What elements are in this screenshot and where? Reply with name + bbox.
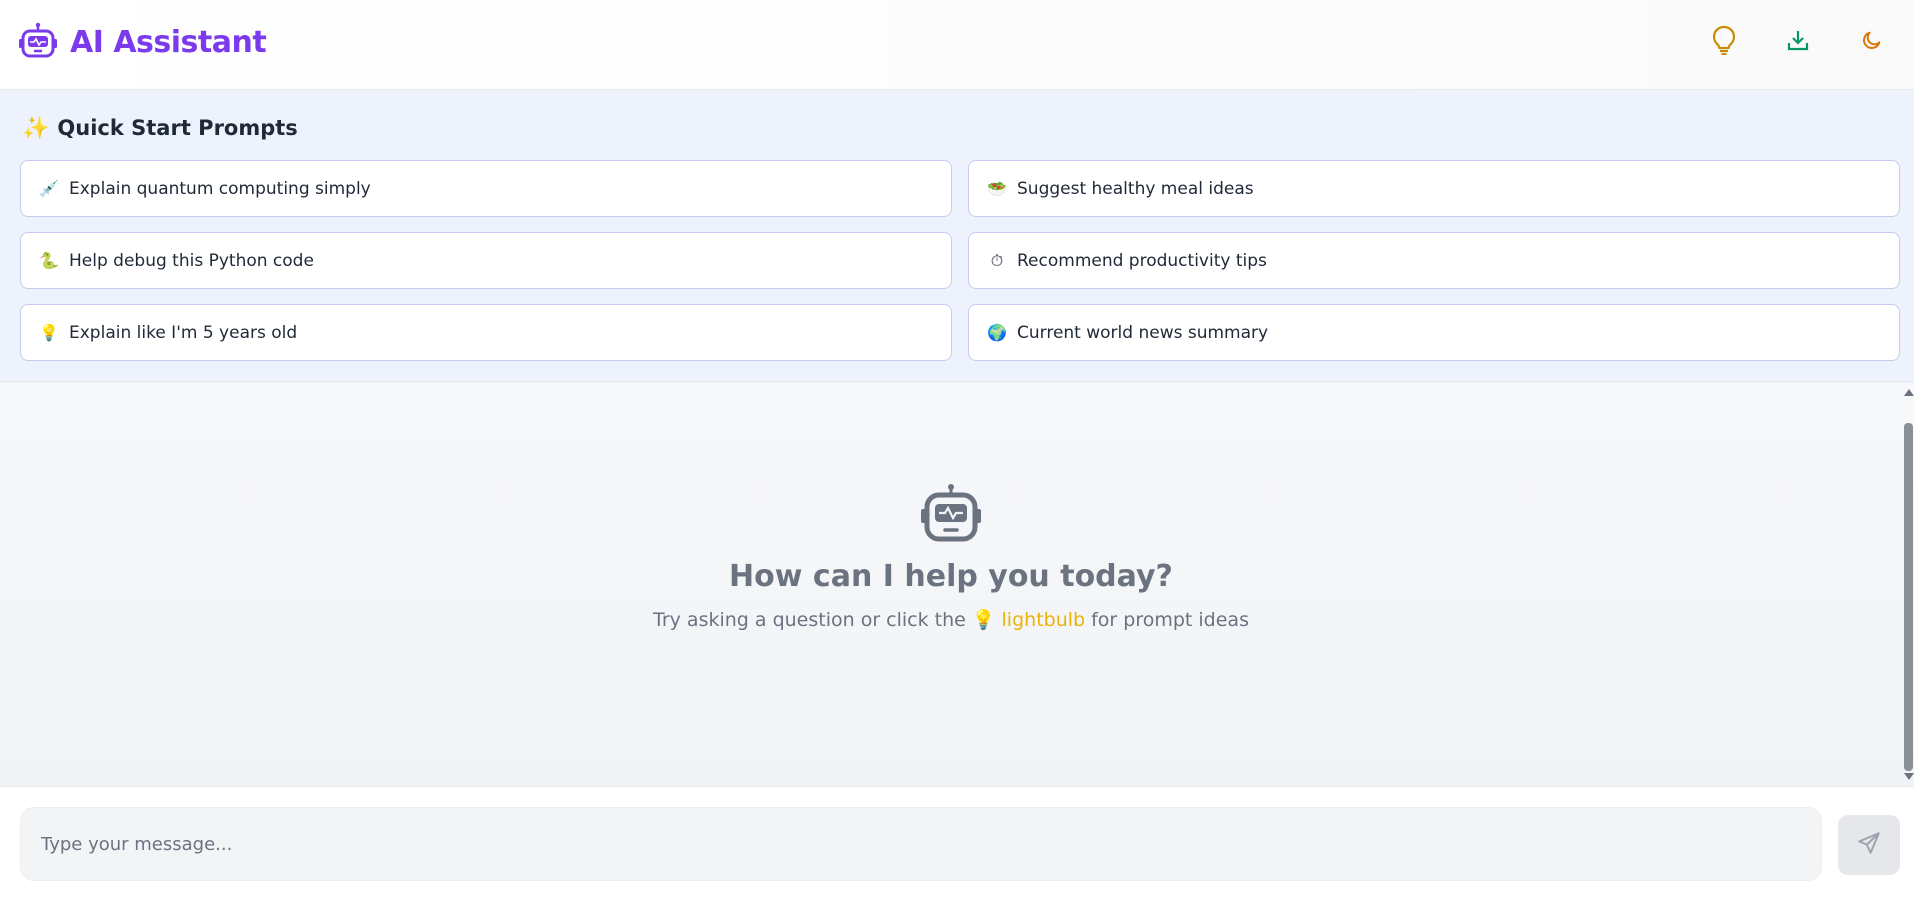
prompt-label: Explain quantum computing simply (69, 178, 371, 199)
dark-mode-toggle[interactable] (1850, 20, 1894, 64)
subtitle-text: Try asking a question or click the (653, 608, 966, 631)
quick-start-title: Quick Start Prompts (57, 116, 298, 140)
prompt-card[interactable]: 🌍 Current world news summary (968, 304, 1900, 361)
empty-state: How can I help you today? Try asking a q… (0, 483, 1902, 631)
prompt-card[interactable]: 💉 Explain quantum computing simply (20, 160, 952, 217)
send-button[interactable] (1838, 815, 1900, 875)
empty-state-title: How can I help you today? (729, 559, 1173, 594)
download-button[interactable] (1776, 20, 1820, 64)
prompt-card[interactable]: 🥗 Suggest healthy meal ideas (968, 160, 1900, 217)
brand: AI Assistant (18, 20, 267, 64)
quick-start-heading: ✨ Quick Start Prompts (22, 112, 298, 144)
lightbulb-icon: 💡 (39, 323, 59, 342)
scroll-thumb[interactable] (1904, 423, 1913, 771)
prompt-label: Current world news summary (1017, 322, 1269, 343)
prompt-label: Suggest healthy meal ideas (1017, 178, 1254, 199)
chat-scrollbar[interactable] (1902, 383, 1914, 786)
header-actions (1702, 20, 1894, 64)
scroll-down-arrow-icon[interactable] (1904, 773, 1914, 780)
stopwatch-icon: ⏱ (990, 250, 1004, 270)
salad-icon: 🥗 (987, 179, 1007, 198)
robot-icon (18, 22, 58, 62)
app-header: AI Assistant (0, 0, 1914, 90)
globe-icon: 🌍 (987, 323, 1007, 342)
prompt-label: Recommend productivity tips (1017, 250, 1267, 271)
quick-start-panel: ✨ Quick Start Prompts 💉 Explain quantum … (0, 90, 1914, 382)
app-title: AI Assistant (70, 24, 267, 60)
prompt-card[interactable]: ⏱ Recommend productivity tips (968, 232, 1900, 289)
download-icon (1786, 28, 1810, 56)
chat-area: How can I help you today? Try asking a q… (0, 383, 1914, 786)
send-icon (1856, 830, 1882, 860)
lightbulb-link[interactable]: lightbulb (1002, 609, 1086, 631)
subtitle-text-end: for prompt ideas (1091, 608, 1249, 631)
message-input[interactable] (20, 807, 1822, 881)
empty-state-subtitle: Try asking a question or click the 💡 lig… (653, 608, 1249, 632)
sparkles-icon: ✨ (22, 115, 50, 141)
prompt-card[interactable]: 💡 Explain like I'm 5 years old (20, 304, 952, 361)
prompt-ideas-button[interactable] (1702, 20, 1746, 64)
moon-icon (1861, 29, 1883, 55)
prompt-label: Explain like I'm 5 years old (69, 322, 298, 343)
prompt-grid: 💉 Explain quantum computing simply 🥗 Sug… (20, 160, 1900, 361)
lightbulb-icon: 💡 (971, 609, 996, 631)
syringe-icon: 💉 (39, 179, 59, 198)
python-icon: 🐍 (39, 251, 59, 270)
prompt-card[interactable]: 🐍 Help debug this Python code (20, 232, 952, 289)
prompt-label: Help debug this Python code (69, 250, 314, 271)
scroll-up-arrow-icon[interactable] (1904, 389, 1914, 396)
robot-icon (919, 483, 983, 543)
lightbulb-icon (1711, 25, 1737, 59)
message-composer (0, 786, 1914, 903)
